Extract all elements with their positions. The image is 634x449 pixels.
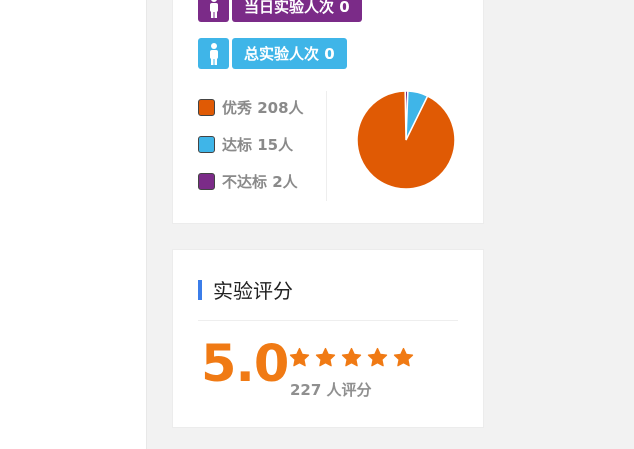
legend-label: 不达标 2人: [222, 172, 298, 191]
legend-swatch: [198, 135, 215, 153]
result-legend: 优秀 208人 达标 15人 不达标 2人: [198, 97, 304, 208]
star-icon: [341, 347, 362, 367]
legend-label: 达标 15人: [222, 135, 294, 154]
stats-card: 当日实验人次 0 总实验人次 0 优秀 208人 达标 15人 不达标 2人: [172, 0, 484, 224]
legend-item-excellent: 优秀 208人: [198, 97, 304, 117]
legend-swatch: [198, 172, 215, 190]
rating-card: 实验评分 5.0 227 人评分: [172, 249, 484, 428]
star-rating: [289, 347, 419, 368]
left-column: [0, 0, 147, 449]
star-icon: [393, 347, 414, 367]
rating-score: 5.0: [201, 335, 289, 394]
today-count-label: 当日实验人次 0: [232, 0, 362, 22]
pie-slice: [356, 90, 456, 190]
star-icon: [315, 347, 336, 367]
total-count-badge: 总实验人次 0: [198, 38, 347, 69]
person-icon: [198, 0, 229, 22]
rating-title: 实验评分: [213, 279, 293, 303]
legend-label: 优秀 208人: [222, 98, 304, 117]
horizontal-divider: [198, 320, 458, 321]
legend-swatch: [198, 98, 215, 116]
result-pie-chart: [356, 90, 456, 190]
section-title: 实验评分: [198, 275, 293, 304]
star-icon: [367, 347, 388, 367]
rating-count: 227 人评分: [290, 381, 372, 399]
person-icon: [198, 38, 229, 69]
star-icon: [289, 347, 310, 367]
title-accent-bar: [198, 279, 202, 300]
today-count-badge: 当日实验人次 0: [198, 0, 362, 22]
legend-item-pass: 达标 15人: [198, 134, 304, 154]
total-count-label: 总实验人次 0: [232, 38, 347, 69]
legend-item-fail: 不达标 2人: [198, 171, 304, 191]
vertical-divider: [326, 91, 327, 201]
